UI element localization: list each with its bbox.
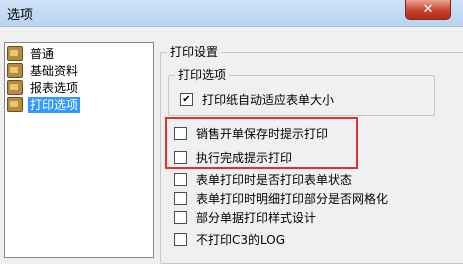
- title-bar: 选项 ✕: [0, 0, 463, 27]
- checkbox-label: 部分单据打印样式设计: [196, 210, 317, 225]
- checkbox-label: 表单打印时明细打印部分是否网格化: [196, 191, 389, 206]
- group-title: 打印设置: [167, 45, 222, 59]
- tree-item-print-options[interactable]: 打印选项: [7, 96, 81, 113]
- checkbox-box[interactable]: [174, 172, 187, 186]
- checkbox-label: 表单打印时是否打印表单状态: [196, 172, 353, 187]
- checkbox-print-form-status[interactable]: 表单打印时是否打印表单状态: [174, 170, 352, 188]
- folder-icon: [7, 46, 23, 61]
- window-title: 选项: [7, 8, 34, 23]
- folder-icon: [7, 80, 23, 95]
- red-highlight-box: [165, 117, 358, 169]
- folder-icon: [7, 97, 23, 112]
- group-title: 打印选项: [175, 68, 230, 82]
- tree-item-basic-data[interactable]: 基础资料: [7, 62, 80, 79]
- checkbox-no-c3-logo[interactable]: 不打印C3的LOG: [174, 230, 285, 248]
- close-icon: ✕: [422, 2, 434, 17]
- tree-item-label: 普通: [30, 46, 55, 61]
- checkbox-box[interactable]: [174, 210, 187, 224]
- options-tree[interactable]: 普通 基础资料 报表选项 打印选项: [4, 42, 154, 258]
- close-button[interactable]: ✕: [405, 0, 451, 20]
- checkbox-box[interactable]: [174, 191, 187, 205]
- checkbox-grid-detail-print[interactable]: 表单打印时明细打印部分是否网格化: [174, 189, 388, 207]
- folder-icon: [7, 63, 23, 78]
- tree-item-label: 打印选项: [28, 96, 81, 113]
- tree-item-report-options[interactable]: 报表选项: [7, 79, 80, 96]
- tree-item-label: 基础资料: [30, 63, 79, 78]
- tree-item-general[interactable]: 普通: [7, 45, 56, 62]
- checkbox-print-style-design[interactable]: 部分单据打印样式设计: [174, 208, 316, 226]
- tree-item-label: 报表选项: [30, 80, 79, 95]
- checkbox-label: 打印纸自动适应表单大小: [202, 92, 335, 107]
- checkbox-box[interactable]: ✔: [180, 92, 193, 106]
- checkbox-auto-fit-paper[interactable]: ✔ 打印纸自动适应表单大小: [180, 90, 334, 108]
- checkbox-label: 不打印C3的LOG: [196, 232, 286, 247]
- checkbox-box[interactable]: [174, 232, 187, 246]
